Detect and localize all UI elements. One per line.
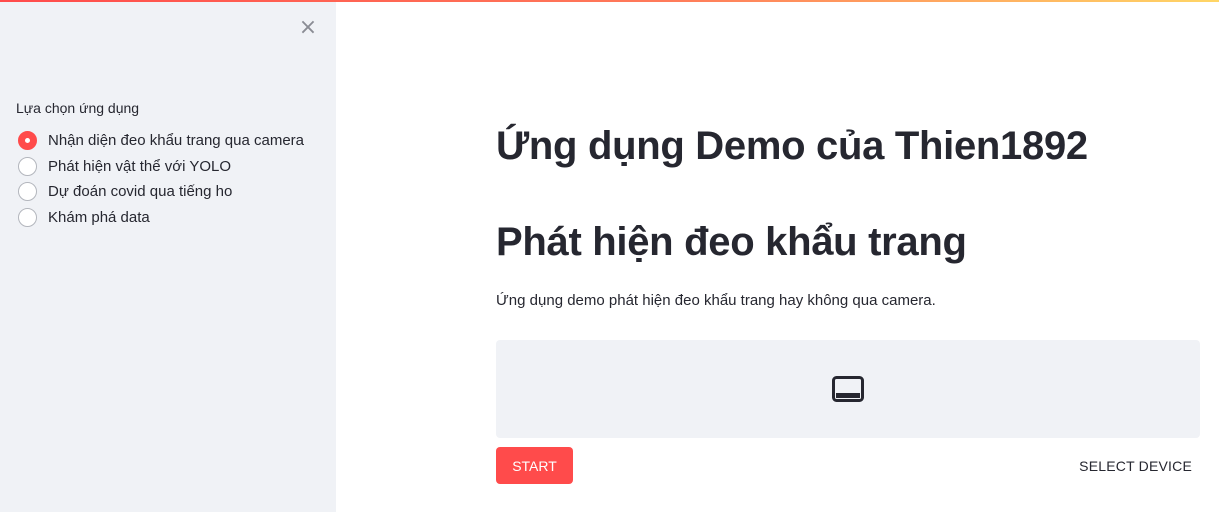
radio-button[interactable] xyxy=(18,182,37,202)
radio-option-label: Phát hiện vật thể với YOLO xyxy=(48,157,231,175)
start-button[interactable]: START xyxy=(496,447,573,484)
radio-option-label: Dự đoán covid qua tiếng ho xyxy=(48,183,233,201)
main-content: Ứng dụng Demo của Thien1892 Phát hiện đe… xyxy=(496,0,1200,512)
radio-option-mask-detection[interactable]: Nhận diện đeo khẩu trang qua camera xyxy=(18,128,304,154)
close-icon[interactable]: × xyxy=(297,16,319,40)
radio-option-label: Nhận diện đeo khẩu trang qua camera xyxy=(48,132,305,150)
radio-option-label: Khám phá data xyxy=(48,208,150,226)
app-selector-radio-group: Nhận diện đeo khẩu trang qua camera Phát… xyxy=(18,128,304,230)
video-display-icon xyxy=(832,376,864,402)
radio-option-explore-data[interactable]: Khám phá data xyxy=(18,205,304,231)
radio-option-covid-cough[interactable]: Dự đoán covid qua tiếng ho xyxy=(18,179,304,205)
section-heading: Phát hiện đeo khẩu trang xyxy=(496,220,967,264)
radio-button[interactable] xyxy=(18,207,37,227)
sidebar: × Lựa chọn ứng dụng Nhận diện đeo khẩu t… xyxy=(0,2,336,512)
radio-option-yolo[interactable]: Phát hiện vật thể với YOLO xyxy=(18,154,304,180)
page-title: Ứng dụng Demo của Thien1892 xyxy=(496,124,1088,168)
radio-button[interactable] xyxy=(18,156,37,176)
select-device-button[interactable]: SELECT DEVICE xyxy=(1079,447,1192,484)
description-text: Ứng dụng demo phát hiện đeo khẩu trang h… xyxy=(496,292,936,309)
radio-button-checked[interactable] xyxy=(18,131,37,151)
radio-group-label: Lựa chọn ứng dụng xyxy=(16,100,140,116)
video-preview-area xyxy=(496,340,1200,438)
